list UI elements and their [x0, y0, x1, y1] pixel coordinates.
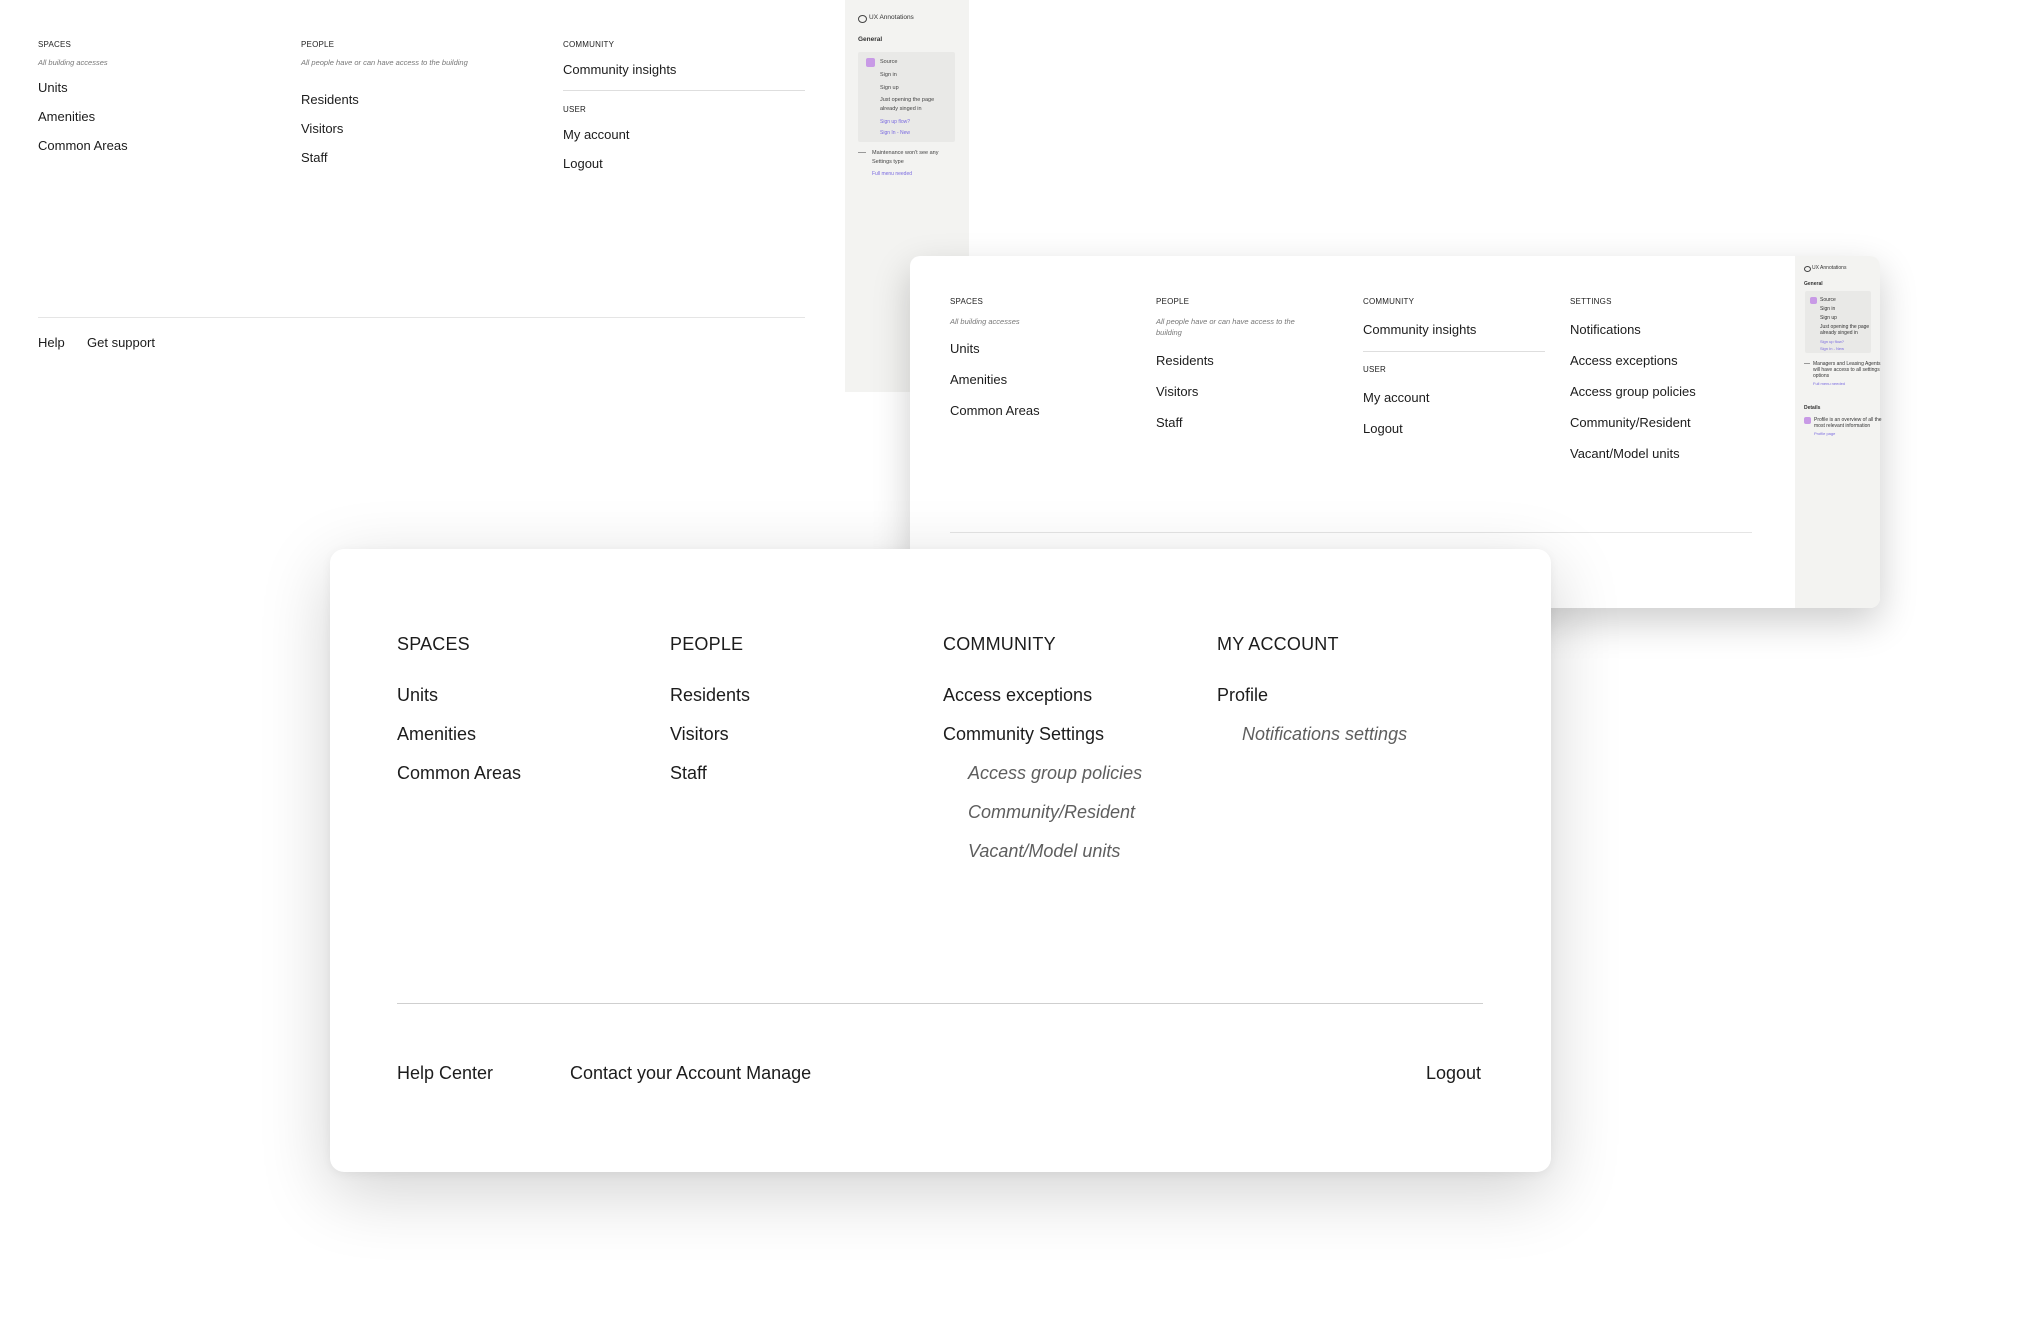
- source-badge-icon: [1810, 297, 1817, 304]
- submenu-item-access-group-policies[interactable]: Access group policies: [968, 763, 1142, 784]
- detail-badge-icon: [1804, 417, 1811, 424]
- menu-item-units[interactable]: Units: [38, 80, 68, 95]
- submenu-item-notifications-settings[interactable]: Notifications settings: [1242, 724, 1407, 745]
- source-badge-icon: [866, 58, 875, 67]
- annotation-line: Sign up: [880, 85, 899, 91]
- section-heading-spaces: SPACES: [950, 297, 984, 306]
- menu-item-logout[interactable]: Logout: [1363, 421, 1403, 436]
- annotation-line: Sign in: [1820, 306, 1836, 312]
- submenu-item-community-resident[interactable]: Community/Resident: [968, 802, 1135, 823]
- annotation-detail: most relevant information: [1814, 423, 1871, 429]
- divider: [1363, 351, 1545, 352]
- dash-icon: [858, 152, 866, 153]
- annotation-link[interactable]: Profile page: [1814, 431, 1835, 436]
- annotation-link[interactable]: Sign In - New: [880, 130, 910, 136]
- section-heading-user: USER: [1363, 365, 1387, 374]
- menu-item-units[interactable]: Units: [950, 341, 980, 356]
- section-subtitle-spaces: All building accesses: [38, 58, 108, 67]
- menu-item-community-resident[interactable]: Community/Resident: [1570, 415, 1691, 430]
- menu-item-community-insights[interactable]: Community insights: [1363, 322, 1476, 337]
- section-subtitle-people: All people have or can have access to th…: [1156, 317, 1295, 326]
- menu-item-visitors[interactable]: Visitors: [1156, 384, 1198, 399]
- menu-item-my-account[interactable]: My account: [563, 127, 629, 142]
- divider: [563, 90, 805, 91]
- annotation-note: Maintenance won't see any: [872, 150, 939, 156]
- menu-item-access-group-policies[interactable]: Access group policies: [1570, 384, 1696, 399]
- footer-link-contact-account-manager[interactable]: Contact your Account Manage: [570, 1063, 811, 1084]
- menu-item-access-exceptions[interactable]: Access exceptions: [943, 685, 1092, 706]
- footer-divider: [950, 532, 1752, 533]
- annotation-link[interactable]: Full menu needed: [872, 171, 912, 177]
- dash-icon: [1804, 363, 1810, 364]
- annotation-source-label: Source: [1820, 297, 1836, 303]
- comment-icon: [858, 15, 867, 23]
- section-heading-settings: SETTINGS: [1570, 297, 1612, 306]
- comment-icon: [1804, 266, 1811, 272]
- menu-item-notifications[interactable]: Notifications: [1570, 322, 1641, 337]
- annotation-link[interactable]: Sign up flow?: [1820, 339, 1844, 344]
- menu-item-common-areas[interactable]: Common Areas: [397, 763, 521, 784]
- section-heading-community: COMMUNITY: [1363, 297, 1415, 306]
- annotations-section-general: General: [858, 36, 883, 43]
- menu-item-amenities[interactable]: Amenities: [38, 109, 95, 124]
- footer-link-help-center[interactable]: Help Center: [397, 1063, 493, 1084]
- menu-item-visitors[interactable]: Visitors: [301, 121, 343, 136]
- footer-link-logout[interactable]: Logout: [1426, 1063, 1481, 1084]
- menu-item-community-insights[interactable]: Community insights: [563, 62, 676, 77]
- section-heading-community: COMMUNITY: [943, 634, 1056, 654]
- menu-item-my-account[interactable]: My account: [1363, 390, 1429, 405]
- menu-item-common-areas[interactable]: Common Areas: [950, 403, 1040, 418]
- annotation-link[interactable]: Sign In - New: [1820, 346, 1844, 351]
- menu-item-staff[interactable]: Staff: [1156, 415, 1183, 430]
- section-heading-people: PEOPLE: [670, 634, 744, 654]
- annotations-section-details: Details: [1804, 405, 1821, 411]
- menu-item-units[interactable]: Units: [397, 685, 438, 706]
- annotation-note: options: [1813, 373, 1830, 379]
- footer-divider: [38, 317, 805, 318]
- menu-item-vacant-model-units[interactable]: Vacant/Model units: [1570, 446, 1680, 461]
- menu-item-residents[interactable]: Residents: [301, 92, 359, 107]
- section-heading-spaces: SPACES: [397, 634, 470, 654]
- annotation-line: already singed in: [880, 106, 922, 112]
- menu-item-residents[interactable]: Residents: [670, 685, 750, 706]
- section-heading-people: PEOPLE: [301, 40, 335, 49]
- section-heading-user: USER: [563, 105, 587, 114]
- section-heading-people: PEOPLE: [1156, 297, 1190, 306]
- annotations-title: UX Annotations: [869, 14, 914, 21]
- submenu-item-vacant-model-units[interactable]: Vacant/Model units: [968, 841, 1120, 862]
- annotation-source-label: Source: [880, 59, 898, 65]
- footer-link-get-support[interactable]: Get support: [87, 335, 155, 350]
- footer-divider: [397, 1003, 1483, 1004]
- section-heading-spaces: SPACES: [38, 40, 72, 49]
- section-subtitle-people: All people have or can have access to th…: [301, 58, 468, 67]
- menu-item-staff[interactable]: Staff: [670, 763, 707, 784]
- annotations-title: UX Annotations: [1812, 265, 1847, 271]
- menu-item-common-areas[interactable]: Common Areas: [38, 138, 128, 153]
- annotation-note: Settings type: [872, 159, 904, 165]
- section-heading-my-account: MY ACCOUNT: [1217, 634, 1339, 654]
- menu-item-profile[interactable]: Profile: [1217, 685, 1268, 706]
- annotation-link[interactable]: Full menu needed: [1813, 381, 1845, 386]
- annotation-line: already singed in: [1820, 330, 1858, 336]
- menu-item-logout[interactable]: Logout: [563, 156, 603, 171]
- menu-item-access-exceptions[interactable]: Access exceptions: [1570, 353, 1678, 368]
- menu-item-residents[interactable]: Residents: [1156, 353, 1214, 368]
- section-subtitle-spaces: All building accesses: [950, 317, 1020, 326]
- annotation-line: Just opening the page: [880, 97, 935, 103]
- annotations-section-general: General: [1804, 281, 1823, 287]
- annotation-link[interactable]: Sign up flow?: [880, 119, 910, 125]
- menu-item-amenities[interactable]: Amenities: [950, 372, 1007, 387]
- annotation-line: Sign up: [1820, 315, 1837, 321]
- menu-item-staff[interactable]: Staff: [301, 150, 328, 165]
- menu-item-visitors[interactable]: Visitors: [670, 724, 729, 745]
- menu-item-community-settings[interactable]: Community Settings: [943, 724, 1104, 745]
- footer-link-help[interactable]: Help: [38, 335, 65, 350]
- section-subtitle-people: building: [1156, 328, 1182, 337]
- menu-item-amenities[interactable]: Amenities: [397, 724, 476, 745]
- menu-panel-main: [330, 549, 1551, 1172]
- annotation-line: Sign in: [880, 72, 897, 78]
- section-heading-community: COMMUNITY: [563, 40, 615, 49]
